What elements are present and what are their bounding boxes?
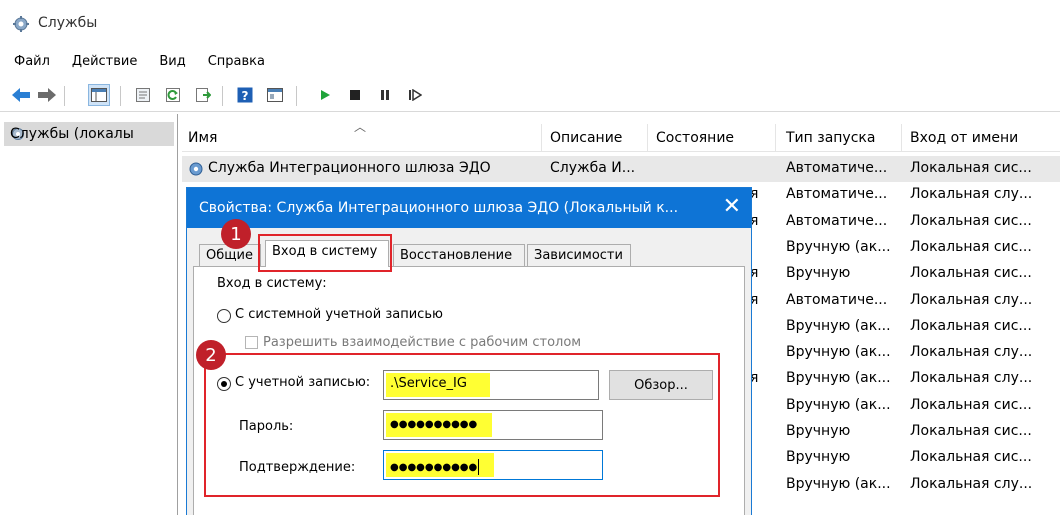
menu-view[interactable]: Вид bbox=[148, 48, 196, 76]
sort-ascending-icon: ︿ bbox=[354, 120, 367, 134]
window-title: Службы bbox=[38, 15, 98, 31]
list-header: Имя ︿ Описание Состояние Тип запуска Вхо… bbox=[182, 120, 1060, 152]
services-gear-icon bbox=[13, 16, 29, 32]
forward-arrow-icon[interactable] bbox=[36, 84, 58, 106]
service-logon-cell: Локальная сис... bbox=[910, 160, 1032, 176]
dialog-title: Свойства: Служба Интеграционного шлюза Э… bbox=[199, 200, 679, 216]
service-startup-cell: Автоматиче... bbox=[786, 212, 888, 229]
service-startup-cell: Вручную bbox=[786, 423, 851, 439]
annotation-badge-2: 2 bbox=[196, 340, 226, 370]
dialog-titlebar: Свойства: Служба Интеграционного шлюза Э… bbox=[187, 188, 751, 228]
service-startup-cell: Вручную bbox=[786, 449, 851, 466]
tab-recovery[interactable]: Восстановление bbox=[393, 244, 525, 266]
tab-dependencies[interactable]: Зависимости bbox=[527, 244, 631, 266]
back-arrow-icon[interactable] bbox=[10, 84, 32, 106]
column-name-label: Имя bbox=[188, 130, 218, 146]
service-logon-cell: Локальная сис... bbox=[910, 212, 1032, 229]
annotation-badge-1: 1 bbox=[221, 219, 251, 249]
stop-service-icon[interactable] bbox=[344, 84, 366, 106]
export-list-icon[interactable] bbox=[192, 84, 214, 106]
service-logon-cell: Локальная слу... bbox=[910, 370, 1033, 387]
annotation-box-2 bbox=[204, 353, 720, 497]
menu-action[interactable]: Действие bbox=[61, 48, 148, 76]
service-startup-cell: Вручную bbox=[786, 265, 851, 282]
service-logon-cell: Локальная слу... bbox=[910, 344, 1033, 361]
desktop-interact-checkbox[interactable] bbox=[245, 336, 258, 349]
service-startup-cell: Вручную (ак... bbox=[786, 344, 891, 361]
logon-group-label: Вход в систему: bbox=[217, 276, 327, 291]
service-name-cell: Служба Интеграционного шлюза ЭДО bbox=[208, 160, 491, 176]
column-header-name[interactable]: Имя ︿ bbox=[182, 120, 542, 152]
service-logon-cell: Локальная сис... bbox=[910, 423, 1032, 439]
service-logon-cell: Локальная слу... bbox=[910, 186, 1033, 203]
service-logon-cell: Локальная сис... bbox=[910, 265, 1032, 282]
service-description-cell: Служба И... bbox=[550, 160, 636, 176]
service-startup-cell: Вручную (ак... bbox=[786, 317, 891, 334]
properties-icon[interactable] bbox=[132, 84, 154, 106]
column-header-status[interactable]: Состояние bbox=[650, 124, 776, 152]
help-icon[interactable]: ? bbox=[234, 84, 256, 106]
system-account-label: С системной учетной записью bbox=[235, 307, 443, 322]
service-logon-cell: Локальная сис... bbox=[910, 238, 1032, 255]
refresh-icon[interactable] bbox=[162, 84, 184, 106]
dialog-tabs: Общие Вход в систему Восстановление Зави… bbox=[187, 240, 751, 267]
column-header-startup[interactable]: Тип запуска bbox=[780, 124, 902, 152]
service-logon-cell: Локальная слу... bbox=[910, 291, 1033, 308]
service-startup-cell: Автоматиче... bbox=[786, 186, 888, 203]
service-logon-cell: Локальная слу... bbox=[910, 475, 1033, 492]
menu-help[interactable]: Справка bbox=[197, 48, 276, 76]
service-startup-cell: Автоматиче... bbox=[786, 291, 888, 308]
service-gear-icon bbox=[189, 162, 203, 176]
console-view-icon[interactable] bbox=[264, 84, 286, 106]
desktop-interact-label: Разрешить взаимодействие с рабочим столо… bbox=[263, 335, 582, 350]
service-startup-cell: Вручную (ак... bbox=[786, 238, 891, 255]
service-startup-cell: Вручную (ак... bbox=[786, 370, 891, 387]
show-tree-icon[interactable] bbox=[88, 84, 110, 106]
tree-item-services-local[interactable]: Службы (локалы bbox=[4, 122, 174, 146]
start-service-icon[interactable] bbox=[314, 84, 336, 106]
tab-logon[interactable]: Вход в систему bbox=[265, 240, 389, 267]
window-titlebar: Службы bbox=[0, 0, 1060, 48]
resume-service-icon[interactable] bbox=[404, 84, 426, 106]
tree-item-label: Службы (локалы bbox=[10, 126, 134, 142]
service-logon-cell: Локальная сис... bbox=[910, 449, 1032, 466]
close-icon[interactable]: ✕ bbox=[723, 194, 741, 220]
column-header-description[interactable]: Описание bbox=[544, 124, 648, 152]
svg-text:?: ? bbox=[242, 89, 249, 103]
pause-service-icon[interactable] bbox=[374, 84, 396, 106]
service-startup-cell: Вручную (ак... bbox=[786, 396, 891, 413]
service-startup-cell: Автоматиче... bbox=[786, 160, 888, 176]
column-header-logon[interactable]: Вход от имени bbox=[904, 124, 1060, 152]
service-logon-cell: Локальная сис... bbox=[910, 396, 1032, 413]
toolbar: ? bbox=[0, 80, 1060, 112]
menu-bar: Файл Действие Вид Справка bbox=[0, 48, 1060, 76]
service-startup-cell: Вручную (ак... bbox=[786, 475, 891, 492]
menu-file[interactable]: Файл bbox=[0, 48, 61, 76]
service-logon-cell: Локальная сис... bbox=[910, 317, 1032, 334]
table-row[interactable]: Служба Интеграционного шлюза ЭДО Служба И… bbox=[182, 156, 1060, 182]
system-account-radio[interactable] bbox=[217, 309, 231, 323]
tree-pane: Службы (локалы bbox=[0, 114, 178, 515]
